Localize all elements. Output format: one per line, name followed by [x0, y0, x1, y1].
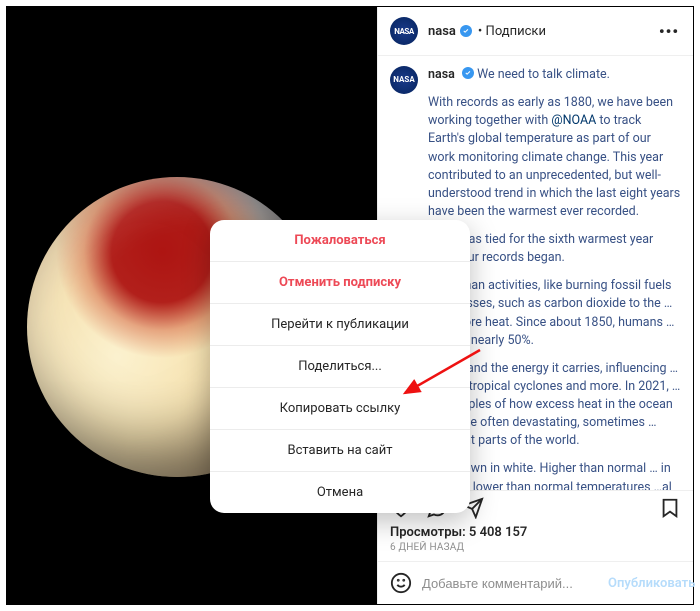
header-username[interactable]: nasa — [428, 24, 456, 39]
action-sheet: Пожаловаться Отменить подписку Перейти к… — [210, 220, 470, 513]
post-time: 6 дней назад — [378, 540, 693, 561]
sheet-cancel[interactable]: Отмена — [210, 472, 470, 513]
sheet-share[interactable]: Поделиться... — [210, 346, 470, 388]
verified-badge-icon — [460, 25, 472, 37]
sheet-unfollow[interactable]: Отменить подписку — [210, 262, 470, 304]
comment-input[interactable] — [422, 576, 598, 591]
post-header: NASA nasa Подписки ••• — [378, 7, 693, 56]
bookmark-icon[interactable] — [659, 497, 681, 519]
verified-badge-icon — [462, 67, 474, 79]
caption-paragraph: With records as early as 1880, we have b… — [428, 94, 681, 221]
mention-noaa[interactable]: @NOAA — [551, 113, 596, 128]
caption-username[interactable]: nasa — [428, 67, 455, 82]
sheet-report[interactable]: Пожаловаться — [210, 220, 470, 262]
views-count[interactable]: Просмотры: 5 408 157 — [378, 521, 693, 540]
sheet-embed[interactable]: Вставить на сайт — [210, 430, 470, 472]
avatar[interactable]: NASA — [390, 17, 418, 45]
more-options-button[interactable]: ••• — [657, 19, 681, 43]
comment-bar: Опубликовать — [378, 561, 693, 604]
caption-text: to track Earth's global temperature as p… — [428, 113, 680, 219]
avatar[interactable]: NASA — [390, 66, 418, 94]
post-comment-button[interactable]: Опубликовать — [608, 576, 695, 591]
follow-status[interactable]: Подписки — [478, 24, 546, 39]
caption-lead: We need to talk climate. — [477, 67, 610, 82]
sheet-copy-link[interactable]: Копировать ссылку — [210, 388, 470, 430]
sheet-goto-post[interactable]: Перейти к публикации — [210, 304, 470, 346]
emoji-icon[interactable] — [390, 572, 412, 594]
